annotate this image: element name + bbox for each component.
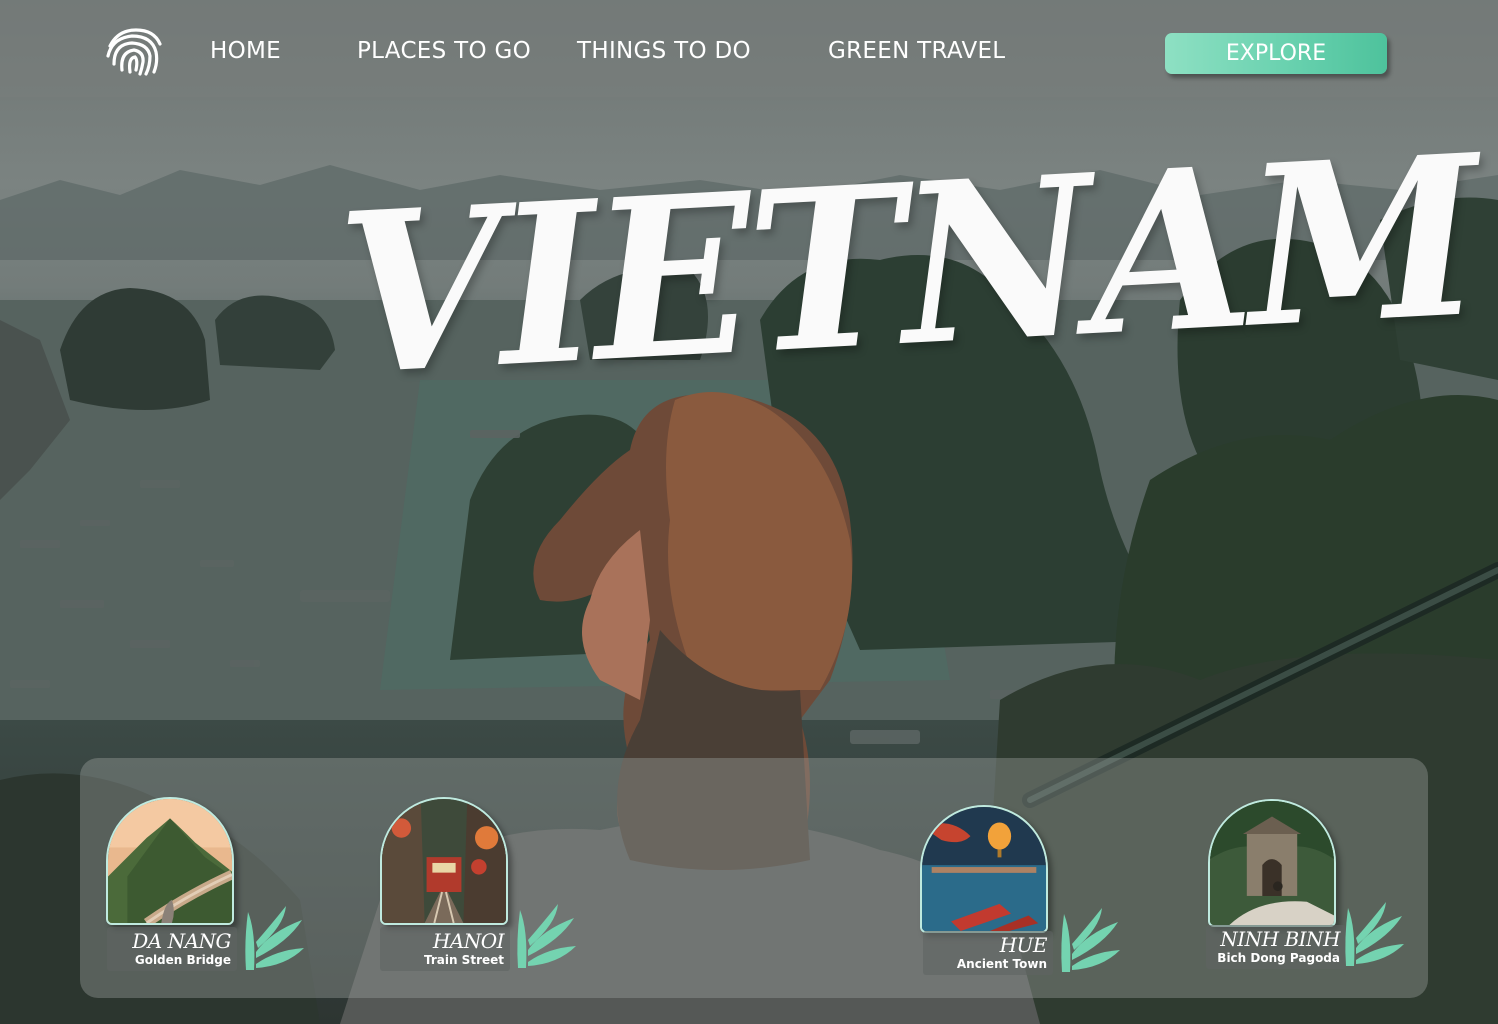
bamboo-leaf-icon bbox=[1340, 898, 1406, 968]
bamboo-leaf-icon bbox=[240, 902, 306, 972]
destination-subtitle: Golden Bridge bbox=[134, 953, 231, 967]
destination-name: HANOI bbox=[432, 929, 505, 953]
bamboo-leaf-icon bbox=[512, 900, 578, 970]
destination-name: HUE bbox=[999, 933, 1048, 957]
nav-link-things-to-do[interactable]: THINGS TO DO bbox=[577, 38, 751, 64]
destination-label: HUE Ancient Town bbox=[923, 931, 1053, 975]
destination-subtitle: Ancient Town bbox=[956, 957, 1047, 971]
destination-label: DA NANG Golden Bridge bbox=[107, 927, 237, 971]
destination-subtitle: Bich Dong Pagoda bbox=[1217, 951, 1340, 965]
destination-name: DA NANG bbox=[132, 929, 231, 953]
fingerprint-icon[interactable] bbox=[104, 24, 164, 76]
destination-subtitle: Train Street bbox=[423, 953, 504, 967]
top-navigation-bar: HOME PLACES TO GO THINGS TO DO GREEN TRA… bbox=[0, 0, 1498, 97]
explore-button[interactable]: EXPLORE bbox=[1165, 33, 1387, 74]
destination-thumbnail bbox=[920, 805, 1048, 933]
hero-title: VIETNAM bbox=[333, 106, 1483, 425]
destination-thumbnail bbox=[1208, 799, 1336, 927]
bamboo-leaf-icon bbox=[1056, 904, 1122, 974]
nav-link-home[interactable]: HOME bbox=[210, 38, 281, 64]
destination-name: NINH BINH bbox=[1220, 927, 1340, 951]
nav-link-places-to-go[interactable]: PLACES TO GO bbox=[357, 38, 531, 64]
destination-thumbnail bbox=[380, 797, 508, 925]
destination-thumbnail bbox=[106, 797, 234, 925]
destination-label: NINH BINH Bich Dong Pagoda bbox=[1206, 925, 1346, 969]
destination-label: HANOI Train Street bbox=[380, 927, 510, 971]
nav-link-green-travel[interactable]: GREEN TRAVEL bbox=[828, 38, 1005, 64]
